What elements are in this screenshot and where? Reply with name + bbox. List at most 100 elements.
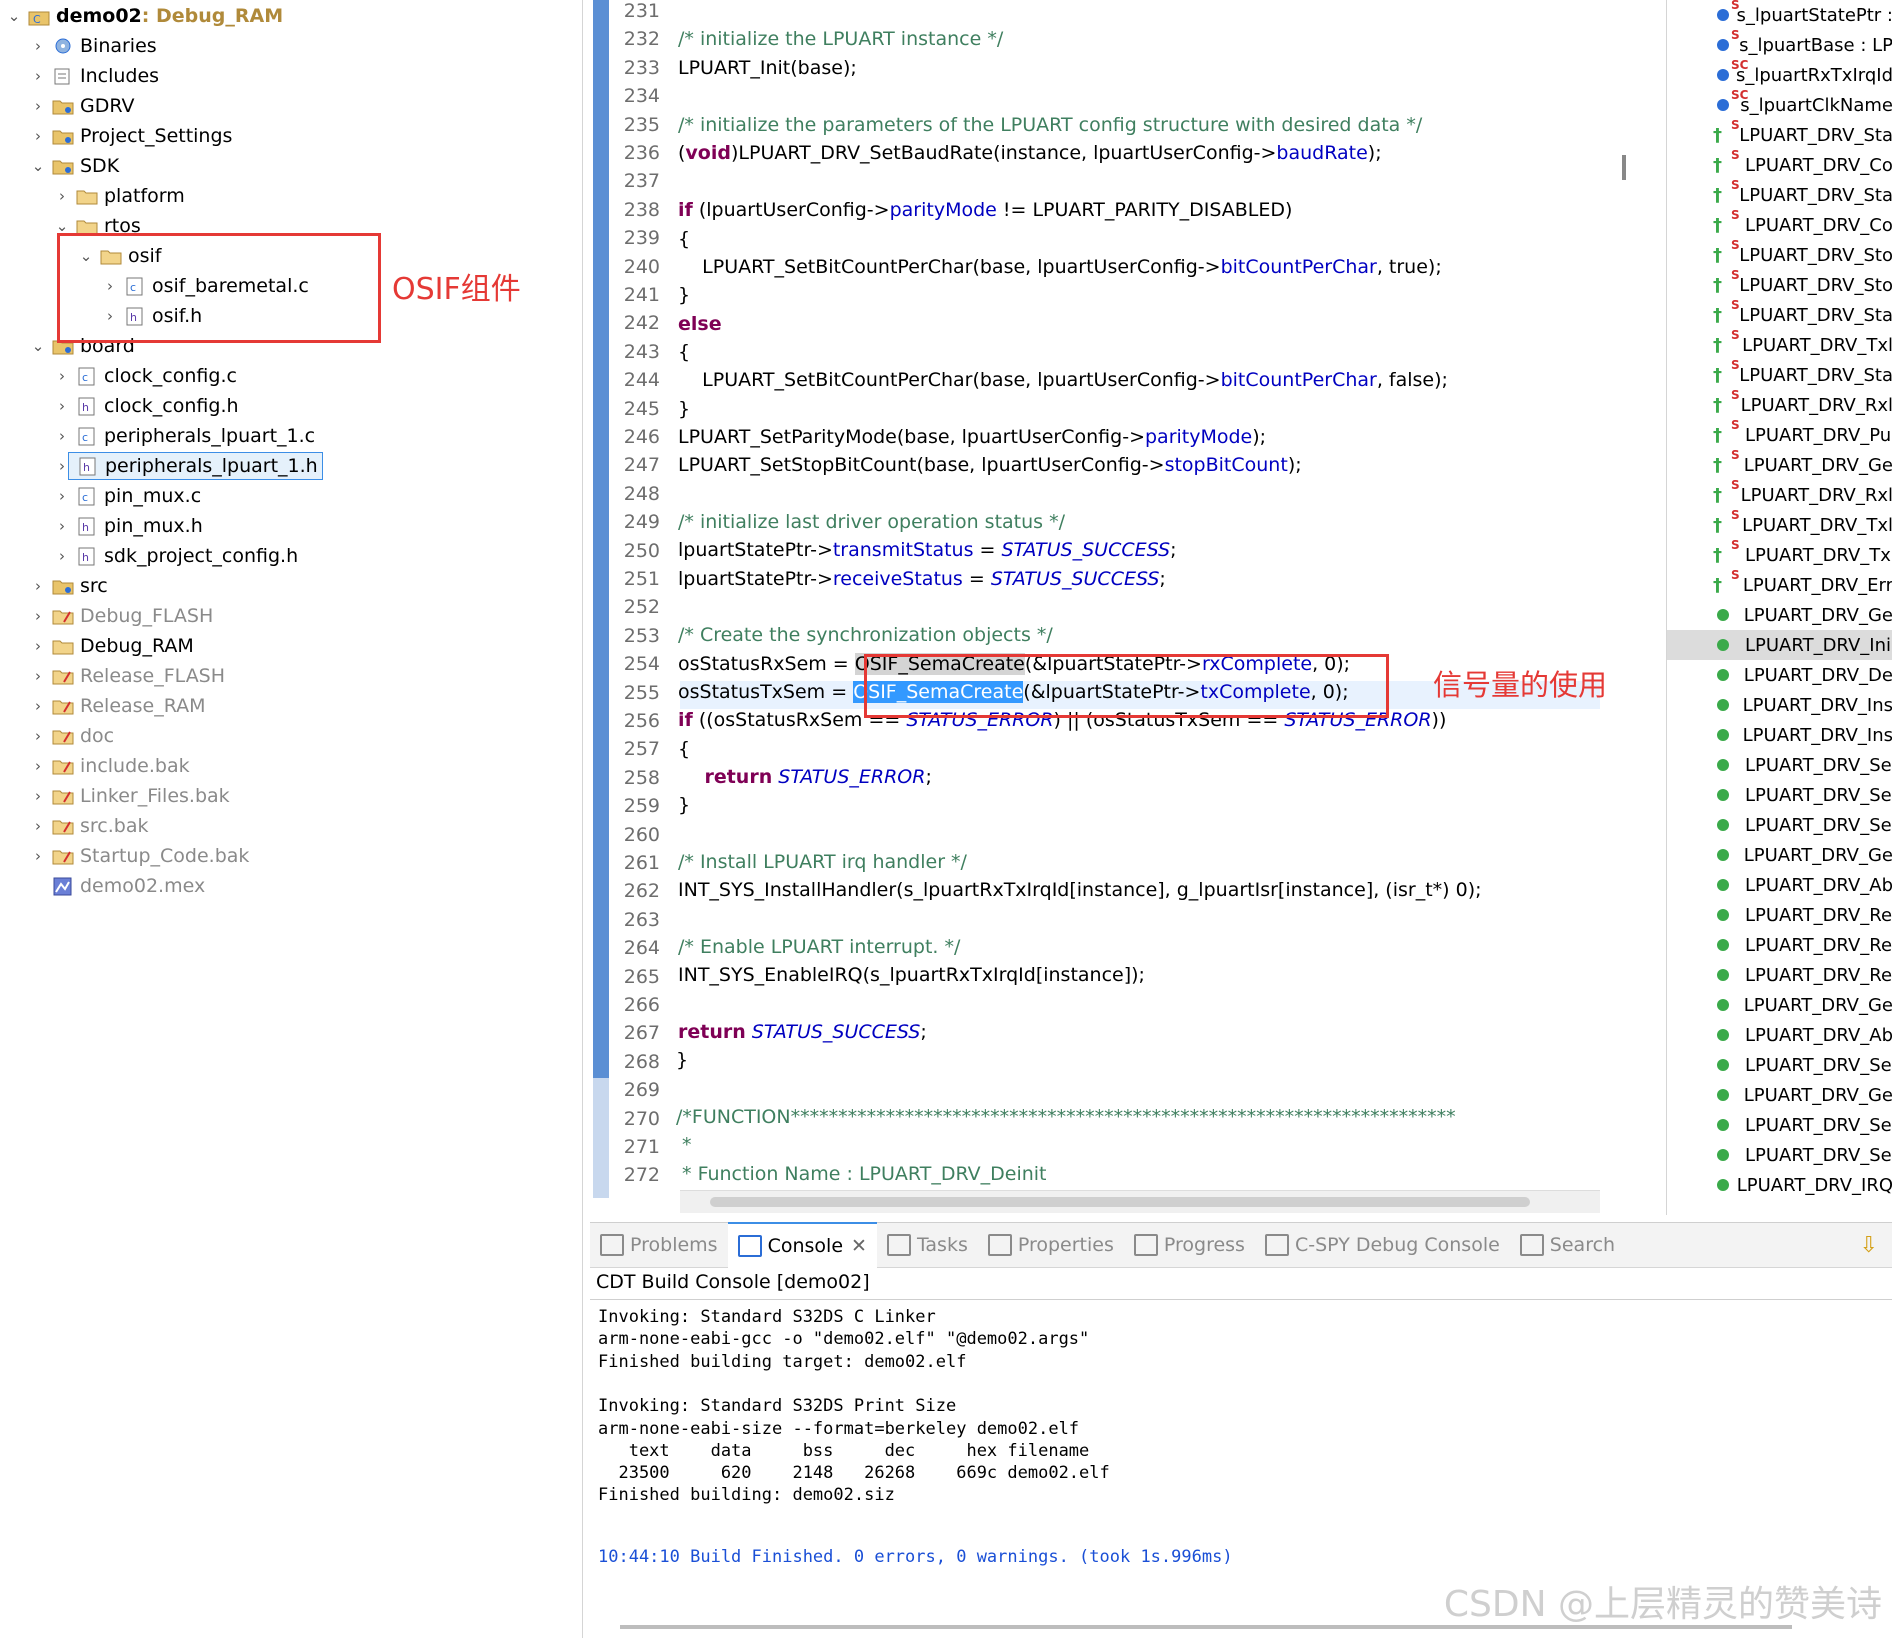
tab-tasks[interactable]: Tasks	[877, 1223, 978, 1267]
chevron-right-icon[interactable]: ›	[28, 121, 48, 151]
tree-item[interactable]: › h clock_config.h	[52, 391, 239, 421]
tree-item[interactable]: › src	[28, 571, 108, 601]
chevron-right-icon[interactable]	[28, 871, 48, 901]
code-line-258[interactable]: return STATUS_ERROR;	[678, 766, 931, 788]
outline-item[interactable]: † S LPUART_DRV_Pu	[1667, 418, 1892, 450]
outline-item[interactable]: LPUART_DRV_Se	[1667, 750, 1892, 780]
tree-item[interactable]: › include.bak	[28, 751, 190, 781]
outline-item[interactable]: † S LPUART_DRV_Tx	[1667, 538, 1892, 570]
chevron-right-icon[interactable]: ›	[28, 661, 48, 691]
tree-item[interactable]: › h sdk_project_config.h	[52, 541, 298, 571]
outline-item[interactable]: † S LPUART_DRV_Rxl	[1667, 388, 1892, 420]
chevron-right-icon[interactable]: ›	[28, 571, 48, 601]
chevron-down-icon[interactable]: ⌄	[4, 1, 24, 31]
chevron-right-icon[interactable]: ›	[52, 511, 72, 541]
chevron-right-icon[interactable]: ›	[28, 781, 48, 811]
code-line-232[interactable]: /* initialize the LPUART instance */	[678, 28, 1003, 50]
tab-console[interactable]: Console ✕	[727, 1222, 877, 1268]
outline-item[interactable]: † S LPUART_DRV_Co	[1667, 208, 1892, 240]
chevron-right-icon[interactable]: ›	[28, 91, 48, 121]
tree-item[interactable]: › Linker_Files.bak	[28, 781, 230, 811]
tree-item[interactable]: › Release_RAM	[28, 691, 206, 721]
code-line-243[interactable]: {	[678, 341, 690, 363]
code-line-270[interactable]: /*FUNCTION******************************…	[676, 1106, 1456, 1128]
outline-item[interactable]: LPUART_DRV_Ini	[1667, 630, 1892, 660]
tab-cspy-debug-console[interactable]: C-SPY Debug Console	[1255, 1223, 1510, 1267]
outline-item[interactable]: LPUART_DRV_Ge	[1667, 600, 1892, 630]
code-line-238[interactable]: if (lpuartUserConfig->parityMode != LPUA…	[678, 199, 1292, 221]
outline-item[interactable]: LPUART_DRV_Ge	[1667, 990, 1892, 1020]
outline-item[interactable]: † S LPUART_DRV_Co	[1667, 148, 1892, 180]
outline-item[interactable]: SC s_lpuartClkName	[1667, 88, 1892, 120]
tree-item[interactable]: › platform	[52, 181, 185, 211]
outline-item[interactable]: LPUART_DRV_Se	[1667, 1050, 1892, 1080]
outline-item[interactable]: LPUART_DRV_Re	[1667, 900, 1892, 930]
outline-item[interactable]: LPUART_DRV_Se	[1667, 810, 1892, 840]
code-line-253[interactable]: /* Create the synchronization objects */	[678, 624, 1053, 646]
code-line-264[interactable]: /* Enable LPUART interrupt. */	[678, 936, 960, 958]
code-line-240[interactable]: LPUART_SetBitCountPerChar(base, lpuartUs…	[678, 256, 1442, 278]
code-line-233[interactable]: LPUART_Init(base);	[678, 57, 857, 79]
scrollbar-thumb[interactable]	[710, 1197, 1530, 1207]
chevron-right-icon[interactable]: ›	[52, 361, 72, 391]
outline-item[interactable]: † S LPUART_DRV_Txl	[1667, 328, 1892, 360]
code-line-261[interactable]: /* Install LPUART irq handler */	[678, 851, 967, 873]
outline-item[interactable]: Ss_lpuartStatePtr :	[1667, 0, 1892, 30]
code-line-251[interactable]: lpuartStatePtr->receiveStatus = STATUS_S…	[678, 568, 1166, 590]
code-line-236[interactable]: (void)LPUART_DRV_SetBaudRate(instance, l…	[678, 142, 1382, 164]
tree-item-project[interactable]: ⌄ C demo02: Debug_RAM	[4, 1, 283, 31]
chevron-right-icon[interactable]: ›	[28, 751, 48, 781]
tree-item[interactable]: › GDRV	[28, 91, 135, 121]
editor-horizontal-scrollbar[interactable]	[680, 1190, 1600, 1213]
outline-item[interactable]: LPUART_DRV_Ge	[1667, 840, 1892, 870]
code-line-250[interactable]: lpuartStatePtr->transmitStatus = STATUS_…	[678, 539, 1176, 561]
outline-item[interactable]: LPUART_DRV_Se	[1667, 780, 1892, 810]
outline-item[interactable]: † S LPUART_DRV_Sta	[1667, 118, 1892, 150]
outline-item[interactable]: † S LPUART_DRV_Sto	[1667, 238, 1892, 270]
outline-item[interactable]: LPUART_DRV_Ge	[1667, 1080, 1892, 1110]
tree-item[interactable]: › h pin_mux.h	[52, 511, 203, 541]
outline-item[interactable]: LPUART_DRV_IRQ	[1667, 1170, 1892, 1200]
tab-problems[interactable]: Problems	[590, 1223, 728, 1267]
close-icon[interactable]: ✕	[851, 1235, 867, 1257]
pin-icon[interactable]: ⇩	[1860, 1233, 1878, 1258]
tab-progress[interactable]: Progress	[1124, 1223, 1255, 1267]
code-line-272[interactable]: * Function Name : LPUART_DRV_Deinit	[676, 1163, 1046, 1185]
code-line-246[interactable]: LPUART_SetParityMode(base, lpuartUserCon…	[678, 426, 1266, 448]
outline-item[interactable]: † S LPUART_DRV_Err	[1667, 568, 1892, 600]
chevron-right-icon[interactable]: ›	[28, 61, 48, 91]
chevron-right-icon[interactable]: ›	[52, 481, 72, 511]
code-line-268[interactable]: }	[676, 1049, 688, 1071]
code-line-245[interactable]: }	[678, 398, 690, 420]
tree-item[interactable]: › Release_FLASH	[28, 661, 225, 691]
chevron-down-icon[interactable]: ⌄	[28, 151, 48, 181]
code-line-265[interactable]: INT_SYS_EnableIRQ(s_lpuartRxTxIrqId[inst…	[678, 964, 1145, 986]
tree-item[interactable]: ⌄ SDK	[28, 151, 119, 181]
tree-item[interactable]: › Project_Settings	[28, 121, 232, 151]
tree-item[interactable]: › Debug_FLASH	[28, 601, 213, 631]
outline-item[interactable]: LPUART_DRV_Ab	[1667, 1020, 1892, 1050]
tree-item[interactable]: › c clock_config.c	[52, 361, 237, 391]
chevron-right-icon[interactable]: ›	[28, 601, 48, 631]
tree-item[interactable]: › src.bak	[28, 811, 149, 841]
tree-item[interactable]: › c pin_mux.c	[52, 481, 201, 511]
tree-item[interactable]: › h peripherals_lpuart_1.h	[52, 451, 323, 481]
chevron-right-icon[interactable]: ›	[52, 391, 72, 421]
outline-item[interactable]: † S LPUART_DRV_Sta	[1667, 358, 1892, 390]
chevron-right-icon[interactable]: ›	[52, 181, 72, 211]
outline-item[interactable]: LPUART_DRV_Se	[1667, 1140, 1892, 1170]
outline-item[interactable]: LPUART_DRV_Ins	[1667, 720, 1892, 750]
outline-item[interactable]: LPUART_DRV_Se	[1667, 1110, 1892, 1140]
chevron-right-icon[interactable]: ›	[28, 631, 48, 661]
outline-item[interactable]: LPUART_DRV_Re	[1667, 930, 1892, 960]
code-line-262[interactable]: INT_SYS_InstallHandler(s_lpuartRxTxIrqId…	[678, 879, 1482, 901]
code-line-259[interactable]: }	[678, 794, 690, 816]
outline-item[interactable]: Ss_lpuartBase : LP	[1667, 28, 1892, 60]
outline-item[interactable]: † S LPUART_DRV_Sto	[1667, 268, 1892, 300]
tab-properties[interactable]: Properties	[978, 1223, 1124, 1267]
chevron-right-icon[interactable]: ›	[52, 421, 72, 451]
code-line-247[interactable]: LPUART_SetStopBitCount(base, lpuartUserC…	[678, 454, 1302, 476]
tree-item[interactable]: demo02.mex	[28, 871, 205, 901]
outline-item[interactable]: † S LPUART_DRV_Sta	[1667, 178, 1892, 210]
outline-item[interactable]: LPUART_DRV_De	[1667, 660, 1892, 690]
